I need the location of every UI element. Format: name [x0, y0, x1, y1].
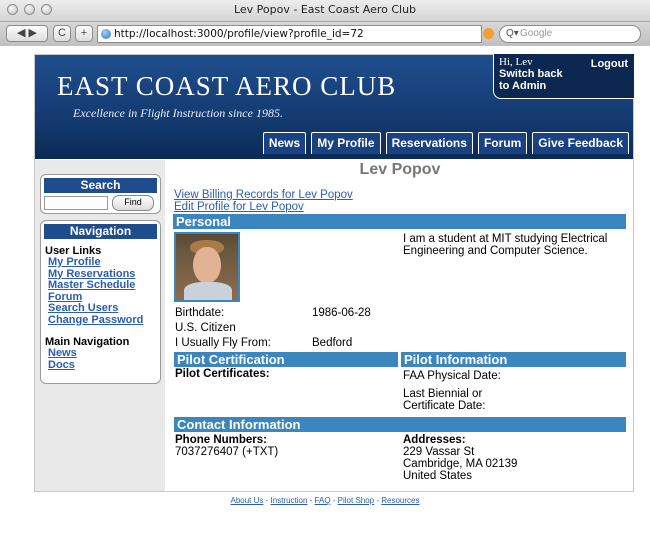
- search-box-title: Search: [44, 178, 157, 193]
- personal-section-header: Personal: [173, 214, 626, 229]
- user-box: Hi, Lev Switch back to Admin Logout: [493, 54, 634, 99]
- edit-profile-link[interactable]: Edit Profile for Lev Popov: [174, 201, 304, 213]
- search-icon: Q▾: [506, 28, 519, 39]
- footer-link-resources[interactable]: Resources: [381, 496, 419, 505]
- address-bar[interactable]: http://localhost:3000/profile/view?profi…: [97, 25, 482, 43]
- sidebar-item-master-schedule[interactable]: Master Schedule: [48, 279, 160, 292]
- faa-physical-label: FAA Physical Date:: [403, 370, 501, 382]
- pilot-certificates-label: Pilot Certificates:: [175, 368, 270, 380]
- contact-information-header: Contact Information: [174, 417, 626, 432]
- photo-shirt: [184, 282, 232, 300]
- logout-link[interactable]: Logout: [591, 58, 628, 70]
- tab-news[interactable]: News: [262, 132, 307, 154]
- search-box: Search Find: [40, 174, 161, 214]
- tab-my-profile[interactable]: My Profile: [311, 132, 381, 154]
- address-line: Cambridge, MA 02139: [403, 458, 518, 470]
- window-titlebar: Lev Popov - East Coast Aero Club: [0, 0, 650, 22]
- birthdate-label: Birthdate:: [175, 307, 225, 319]
- footer-links: About Us - Instruction - FAQ - Pilot Sho…: [0, 496, 650, 505]
- back-forward-buttons[interactable]: ◀ ▶: [6, 25, 48, 42]
- fly-from-label: I Usually Fly From:: [175, 337, 271, 349]
- sidebar: Search Find Navigation User Links My Pro…: [35, 160, 165, 491]
- sidebar-item-my-profile[interactable]: My Profile: [48, 256, 160, 269]
- address-block: 229 Vassar St Cambridge, MA 02139 United…: [403, 446, 517, 482]
- navigation-box: Navigation User Links My Profile My Rese…: [40, 220, 161, 384]
- footer-separator: -: [263, 496, 271, 505]
- footer-link-about-us[interactable]: About Us: [231, 496, 264, 505]
- fly-from-value: Bedford: [312, 337, 353, 349]
- switch-back-admin-link[interactable]: Switch back to Admin: [499, 68, 569, 92]
- sidebar-item-docs[interactable]: Docs: [48, 359, 160, 372]
- site-search-input[interactable]: [44, 196, 108, 210]
- tab-forum[interactable]: Forum: [477, 132, 528, 154]
- biennial-label: Last Biennial or Certificate Date:: [403, 388, 486, 412]
- browser-toolbar: ◀ ▶ C + http://localhost:3000/profile/vi…: [0, 22, 650, 47]
- site-banner: EAST COAST AERO CLUB Excellence in Fligh…: [35, 54, 634, 159]
- browser-search-field[interactable]: Q▾ Google: [499, 25, 641, 43]
- footer-separator: -: [307, 496, 315, 505]
- address-bar-url: http://localhost:3000/profile/view?profi…: [114, 28, 364, 40]
- citizenship: U.S. Citizen: [175, 322, 236, 334]
- reload-button[interactable]: C: [53, 25, 71, 42]
- web-page: EAST COAST AERO CLUB Excellence in Fligh…: [0, 46, 650, 546]
- sidebar-item-search-users[interactable]: Search Users: [48, 302, 160, 315]
- sidebar-item-change-password[interactable]: Change Password: [48, 314, 160, 327]
- profile-bio: I am a student at MIT studying Electrica…: [403, 233, 608, 257]
- birthdate-value: 1986-06-28: [312, 307, 371, 319]
- pilot-certification-header: Pilot Certification: [174, 352, 398, 367]
- address-line: United States: [403, 470, 473, 482]
- club-name: EAST COAST AERO CLUB: [57, 71, 397, 101]
- footer-separator: -: [330, 496, 338, 505]
- footer-link-pilot-shop[interactable]: Pilot Shop: [338, 496, 374, 505]
- address-line: 229 Vassar St: [403, 446, 475, 458]
- main-tabs: News My Profile Reservations Forum Give …: [262, 132, 629, 154]
- add-bookmark-button[interactable]: +: [75, 25, 93, 42]
- tab-reservations[interactable]: Reservations: [385, 132, 473, 154]
- photo-face: [193, 247, 221, 283]
- page-title: Lev Popov: [359, 161, 441, 178]
- browser-search-placeholder: Google: [520, 28, 553, 39]
- phone-numbers-label: Phone Numbers:: [175, 434, 268, 446]
- rss-feed-icon[interactable]: [483, 28, 494, 39]
- globe-icon: [101, 29, 111, 39]
- footer-link-instruction[interactable]: Instruction: [271, 496, 308, 505]
- user-links-list: My Profile My Reservations Master Schedu…: [41, 256, 160, 327]
- profile-photo: [174, 232, 240, 302]
- user-greeting: Hi, Lev: [499, 56, 533, 68]
- main-navigation-list: News Docs: [41, 347, 160, 372]
- billing-records-link[interactable]: View Billing Records for Lev Popov: [174, 189, 353, 201]
- footer-link-faq[interactable]: FAQ: [315, 496, 331, 505]
- navigation-title: Navigation: [44, 224, 157, 239]
- tab-give-feedback[interactable]: Give Feedback: [532, 132, 629, 154]
- phone-number: 7037276407 (+TXT): [175, 446, 279, 458]
- find-button[interactable]: Find: [112, 195, 154, 211]
- sidebar-item-news[interactable]: News: [48, 347, 160, 360]
- addresses-label: Addresses:: [403, 434, 466, 446]
- window-title: Lev Popov - East Coast Aero Club: [233, 3, 417, 16]
- club-tagline: Excellence in Flight Instruction since 1…: [73, 106, 283, 120]
- pilot-information-header: Pilot Information: [401, 352, 626, 367]
